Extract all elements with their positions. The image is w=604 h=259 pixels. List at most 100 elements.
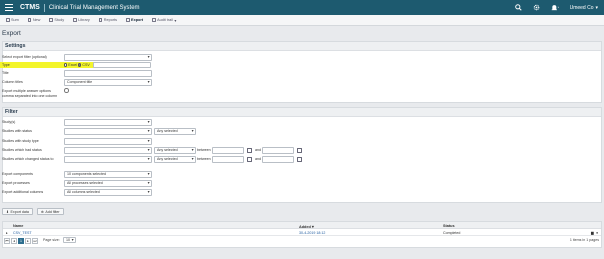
toolbar-item-export[interactable]: Export	[126, 18, 143, 22]
export-icon	[126, 18, 130, 22]
page-title: Export	[2, 30, 21, 37]
download-icon[interactable]: ▆	[591, 231, 594, 235]
studies-status-any-select[interactable]: Any selected	[154, 128, 196, 135]
type-extra-input[interactable]	[93, 62, 151, 68]
toolbar-label: Study	[54, 18, 65, 22]
multi-answer-label-2: comma separated into one column	[2, 94, 58, 98]
chevron-down-icon: ▾	[595, 4, 598, 11]
multi-answer-checkbox[interactable]	[64, 88, 69, 93]
calendar-icon[interactable]	[297, 157, 302, 162]
action-buttons: ⬇ Export data ⊕ Add filter	[2, 208, 64, 215]
studies-select[interactable]	[64, 119, 152, 126]
toolbar-item-new[interactable]: New	[27, 18, 41, 22]
studies-had-status-any-select[interactable]: Any selected	[154, 147, 196, 154]
toolbar-item-sum[interactable]: Sum	[6, 18, 19, 22]
had-status-to-date[interactable]	[262, 147, 294, 154]
had-status-from-date[interactable]	[212, 147, 244, 154]
row-name[interactable]: CSV_TEST	[13, 231, 32, 235]
top-bar: CTMS Clinical Trial Management System Um…	[0, 0, 604, 15]
hamburger-menu-icon[interactable]	[3, 2, 15, 14]
column-titles-label: Column titles	[2, 80, 23, 84]
sort-desc-icon: ▾	[311, 224, 314, 229]
table-row[interactable]: ▸ CSV_TEST 30-4-2019 18:12 Completed ▆ ●	[3, 229, 601, 236]
changed-to-date[interactable]	[262, 156, 294, 163]
delete-icon[interactable]: ●	[596, 231, 598, 235]
export-processes-select[interactable]: All processes selected	[64, 180, 152, 187]
changed-from-date[interactable]	[212, 156, 244, 163]
column-header-added-label: Added	[299, 224, 311, 229]
calendar-icon[interactable]	[297, 148, 302, 153]
between-label: between	[197, 148, 211, 152]
user-menu[interactable]: Umeed Co ▾	[570, 5, 598, 11]
current-page[interactable]: 1	[18, 237, 24, 244]
studies-changed-any-select[interactable]: Any selected	[154, 156, 196, 163]
library-icon	[73, 18, 77, 22]
brand-divider	[43, 3, 45, 12]
search-icon[interactable]	[514, 4, 522, 11]
toolbar-item-library[interactable]: Library	[73, 18, 90, 22]
toolbar-label: Reports	[103, 18, 118, 22]
title-input[interactable]	[64, 70, 152, 77]
toolbar-label: Library	[78, 18, 90, 22]
export-icon: ⬇	[6, 209, 10, 214]
type-radio-group: Excel CSV	[64, 63, 90, 67]
toolbar-item-reports[interactable]: Reports	[98, 18, 118, 22]
notification-bell-icon[interactable]	[551, 4, 559, 11]
calendar-icon[interactable]	[247, 148, 252, 153]
toolbar-item-study[interactable]: Study	[49, 18, 64, 22]
studies-changed-label: Studies which changed status to	[2, 157, 54, 161]
and-label: and	[255, 157, 261, 161]
prev-page-button[interactable]: ◂	[11, 237, 17, 244]
studies-had-status-label: Studies which had status	[2, 148, 42, 152]
reports-icon	[98, 18, 103, 22]
studies-type-select[interactable]	[64, 138, 152, 145]
toolbar-item-audit[interactable]: Audit trail ▾	[152, 18, 176, 23]
grid-summary: 1 items in 1 pages	[569, 238, 599, 242]
chevron-down-icon: ▾	[174, 18, 177, 23]
type-option-excel: Excel	[68, 63, 78, 67]
type-option-csv: CSV	[82, 63, 90, 67]
type-radio-excel[interactable]	[64, 63, 68, 67]
main-toolbar: Sum New Study Library Reports Export Aud…	[0, 15, 604, 26]
add-filter-label: Add filter	[45, 209, 60, 214]
type-radio-csv[interactable]	[78, 63, 82, 67]
add-filter-button[interactable]: ⊕ Add filter	[36, 208, 64, 215]
last-page-button[interactable]: ⏭	[32, 237, 38, 244]
grid-header: Name Added ▾ Status	[3, 222, 601, 229]
studies-had-status-select[interactable]	[64, 147, 152, 154]
column-titles-select[interactable]: Component title	[64, 79, 152, 86]
user-name: Umeed Co	[569, 4, 594, 11]
export-components-label: Export components	[2, 172, 33, 176]
column-header-name[interactable]: Name	[13, 224, 23, 228]
export-columns-select[interactable]: All columns selected	[64, 189, 152, 196]
plus-icon	[27, 18, 32, 22]
settings-header: Settings	[3, 42, 601, 51]
column-header-status[interactable]: Status	[443, 224, 455, 228]
type-label: Type	[2, 63, 10, 67]
next-page-button[interactable]: ▸	[25, 237, 31, 244]
plus-icon: ⊕	[40, 209, 44, 214]
brand-logo: CTMS	[20, 4, 40, 11]
first-page-button[interactable]: ⏮	[4, 237, 10, 244]
export-filter-label: Select export filter (optional)	[2, 55, 47, 59]
export-filter-select[interactable]	[64, 54, 152, 61]
pager: ⏮ ◂ 1 ▸ ⏭ Page size: 10 1 items in 1 pag…	[3, 236, 601, 245]
toolbar-label: New	[32, 18, 41, 22]
toolbar-label: Audit trail	[157, 18, 173, 22]
calendar-icon[interactable]	[247, 157, 252, 162]
home-icon	[6, 18, 10, 22]
row-expand-icon[interactable]: ▸	[6, 231, 8, 235]
export-processes-label: Export processes	[2, 181, 30, 185]
studies-status-select[interactable]	[64, 128, 152, 135]
toolbar-label: Export	[131, 18, 144, 22]
studies-label: Study(s)	[2, 120, 16, 124]
page-size-select[interactable]: 10	[63, 237, 76, 243]
study-icon	[49, 18, 53, 22]
gear-icon[interactable]	[533, 4, 540, 11]
audit-icon	[152, 18, 156, 22]
app-title: Clinical Trial Management System	[48, 4, 140, 11]
export-data-button[interactable]: ⬇ Export data	[2, 208, 33, 215]
column-header-added[interactable]: Added ▾	[299, 224, 314, 229]
export-components-select[interactable]: 10 components selected	[64, 171, 152, 178]
studies-changed-select[interactable]	[64, 156, 152, 163]
